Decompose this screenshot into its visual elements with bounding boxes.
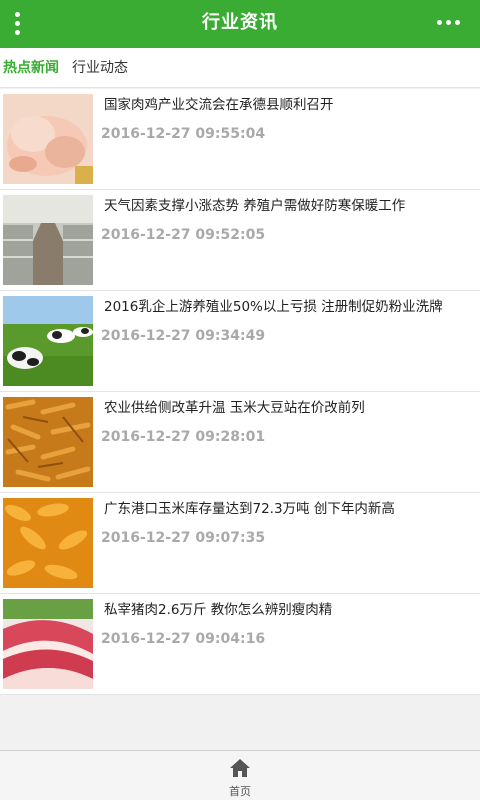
news-item[interactable]: 2016乳企上游养殖业50%以上亏损 注册制促奶粉业洗牌 2016-12-27 … <box>0 291 480 392</box>
news-title: 私宰猪肉2.6万斤 教你怎么辨别瘦肉精 <box>104 602 333 618</box>
news-title: 2016乳企上游养殖业50%以上亏损 注册制促奶粉业洗牌 <box>104 299 443 315</box>
header-bar: 行业资讯 <box>0 0 480 48</box>
bottom-nav: 首页 <box>0 750 480 800</box>
news-title: 广东港口玉米库存量达到72.3万吨 创下年内新高 <box>104 501 395 517</box>
category-tabs: 热点新闻 行业动态 <box>0 48 480 88</box>
news-title: 农业供给侧改革升温 玉米大豆站在价改前列 <box>104 400 365 416</box>
corn-pile-image <box>3 397 93 487</box>
news-title: 天气因素支撑小涨态势 养殖户需做好防寒保暖工作 <box>104 198 406 214</box>
news-time: 2016-12-27 09:07:35 <box>101 530 266 546</box>
news-title: 国家肉鸡产业交流会在承德县顺利召开 <box>104 97 334 113</box>
dairy-cows-image <box>3 296 93 386</box>
news-time: 2016-12-27 09:04:16 <box>101 631 266 647</box>
home-button[interactable]: 首页 <box>215 751 265 800</box>
raw-chicken-image <box>3 94 93 184</box>
news-time: 2016-12-27 09:52:05 <box>101 227 266 243</box>
more-button[interactable] <box>430 0 480 48</box>
poultry-barn-image <box>3 195 93 285</box>
news-item[interactable]: 国家肉鸡产业交流会在承德县顺利召开 2016-12-27 09:55:04 <box>0 89 480 190</box>
news-list: 国家肉鸡产业交流会在承德县顺利召开 2016-12-27 09:55:04 天气… <box>0 89 480 695</box>
news-time: 2016-12-27 09:28:01 <box>101 429 266 445</box>
news-item[interactable]: 天气因素支撑小涨态势 养殖户需做好防寒保暖工作 2016-12-27 09:52… <box>0 190 480 291</box>
news-item[interactable]: 广东港口玉米库存量达到72.3万吨 创下年内新高 2016-12-27 09:0… <box>0 493 480 594</box>
page-title: 行业资讯 <box>202 12 278 33</box>
tab-industry-news[interactable]: 行业动态 <box>72 48 128 88</box>
pork-slices-image <box>3 599 93 689</box>
news-item[interactable]: 私宰猪肉2.6万斤 教你怎么辨别瘦肉精 2016-12-27 09:04:16 <box>0 594 480 695</box>
home-icon <box>230 759 250 777</box>
home-label: 首页 <box>229 785 251 798</box>
news-time: 2016-12-27 09:34:49 <box>101 328 266 344</box>
news-item[interactable]: 农业供给侧改革升温 玉米大豆站在价改前列 2016-12-27 09:28:01 <box>0 392 480 493</box>
news-time: 2016-12-27 09:55:04 <box>101 126 266 142</box>
tab-hot-news[interactable]: 热点新闻 <box>3 48 59 88</box>
corn-cobs-image <box>3 498 93 588</box>
